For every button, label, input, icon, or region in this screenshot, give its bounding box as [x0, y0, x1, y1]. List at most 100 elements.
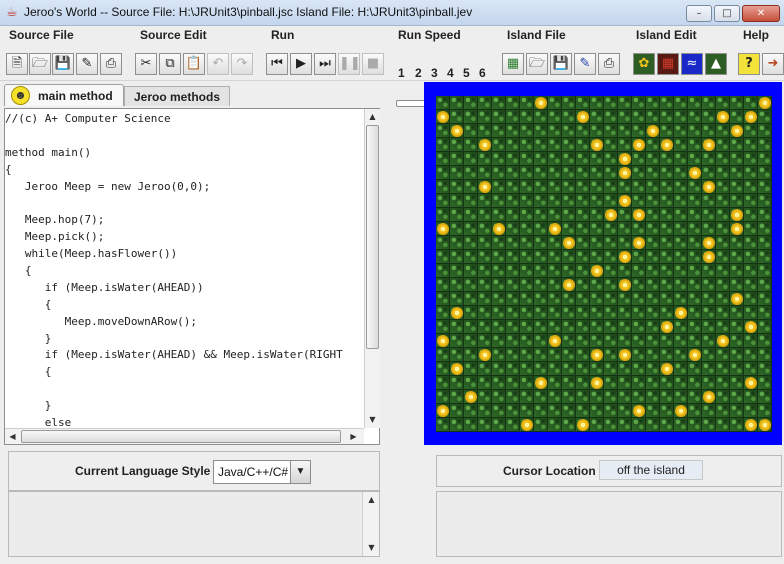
island-cell[interactable] [660, 166, 674, 180]
reset-icon[interactable]: ⏮ [266, 53, 288, 75]
island-cell[interactable] [590, 138, 604, 152]
island-cell[interactable] [520, 390, 534, 404]
menu-run[interactable]: Run [271, 28, 294, 42]
island-cell[interactable] [450, 390, 464, 404]
island-cell[interactable] [674, 110, 688, 124]
island-cell[interactable] [492, 362, 506, 376]
print-island-icon[interactable]: ⎙ [598, 53, 620, 75]
island-cell[interactable] [478, 96, 492, 110]
island-cell[interactable] [604, 306, 618, 320]
island-cell[interactable] [576, 180, 590, 194]
island-cell[interactable] [674, 306, 688, 320]
island-cell[interactable] [632, 124, 646, 138]
open-folder-icon[interactable]: 🗁 [29, 53, 51, 75]
island-cell[interactable] [562, 362, 576, 376]
island-cell[interactable] [436, 390, 450, 404]
island-cell[interactable] [450, 362, 464, 376]
island-cell[interactable] [506, 362, 520, 376]
island-cell[interactable] [576, 376, 590, 390]
island-cell[interactable] [744, 320, 758, 334]
island-cell[interactable] [464, 96, 478, 110]
island-cell[interactable] [576, 362, 590, 376]
island-cell[interactable] [520, 166, 534, 180]
island-cell[interactable] [534, 264, 548, 278]
island-cell[interactable] [730, 208, 744, 222]
island-cell[interactable] [674, 376, 688, 390]
island-cell[interactable] [744, 236, 758, 250]
island-cell[interactable] [506, 348, 520, 362]
island-cell[interactable] [534, 138, 548, 152]
island-cell[interactable] [646, 334, 660, 348]
island-cell[interactable] [688, 152, 702, 166]
minimize-button[interactable]: – [686, 5, 712, 22]
island-cell[interactable] [492, 306, 506, 320]
paste-icon[interactable]: 📋 [183, 53, 205, 75]
island-cell[interactable] [730, 96, 744, 110]
cut-icon[interactable]: ✂ [135, 53, 157, 75]
island-cell[interactable] [520, 138, 534, 152]
island-cell[interactable] [758, 236, 772, 250]
island-cell[interactable] [478, 152, 492, 166]
island-cell[interactable] [576, 194, 590, 208]
island-cell[interactable] [646, 320, 660, 334]
island-cell[interactable] [744, 404, 758, 418]
island-cell[interactable] [562, 222, 576, 236]
island-cell[interactable] [436, 208, 450, 222]
maximize-button[interactable]: □ [714, 5, 740, 22]
island-cell[interactable] [660, 376, 674, 390]
island-cell[interactable] [548, 250, 562, 264]
island-cell[interactable] [590, 278, 604, 292]
island-cell[interactable] [506, 208, 520, 222]
island-cell[interactable] [478, 390, 492, 404]
island-cell[interactable] [716, 348, 730, 362]
island-cell[interactable] [604, 180, 618, 194]
island-cell[interactable] [520, 124, 534, 138]
island-cell[interactable] [492, 152, 506, 166]
island-cell[interactable] [548, 138, 562, 152]
island-cell[interactable] [618, 152, 632, 166]
island-cell[interactable] [478, 110, 492, 124]
island-cell[interactable] [562, 306, 576, 320]
island-cell[interactable] [478, 124, 492, 138]
island-cell[interactable] [618, 264, 632, 278]
island-cell[interactable] [702, 166, 716, 180]
island-cell[interactable] [618, 222, 632, 236]
island-cell[interactable] [464, 264, 478, 278]
island-cell[interactable] [730, 250, 744, 264]
island-cell[interactable] [660, 264, 674, 278]
copy-icon[interactable]: ⧉ [159, 53, 181, 75]
island-cell[interactable] [604, 124, 618, 138]
island-cell[interactable] [744, 180, 758, 194]
island-cell[interactable] [758, 418, 772, 432]
island-cell[interactable] [744, 278, 758, 292]
island-cell[interactable] [548, 404, 562, 418]
island-cell[interactable] [716, 418, 730, 432]
island-cell[interactable] [576, 96, 590, 110]
island-cell[interactable] [660, 208, 674, 222]
island-cell[interactable] [548, 362, 562, 376]
island-cell[interactable] [646, 236, 660, 250]
island-cell[interactable] [758, 362, 772, 376]
island-cell[interactable] [576, 138, 590, 152]
island-cell[interactable] [660, 334, 674, 348]
island-grid[interactable] [436, 96, 772, 432]
island-cell[interactable] [702, 110, 716, 124]
island-cell[interactable] [534, 236, 548, 250]
new-file-icon[interactable]: 🗎 [6, 53, 28, 75]
island-cell[interactable] [562, 418, 576, 432]
island-cell[interactable] [436, 138, 450, 152]
island-cell[interactable] [548, 376, 562, 390]
island-cell[interactable] [548, 292, 562, 306]
island-cell[interactable] [520, 376, 534, 390]
island-cell[interactable] [590, 418, 604, 432]
island-cell[interactable] [758, 264, 772, 278]
island-cell[interactable] [688, 404, 702, 418]
island-cell[interactable] [534, 194, 548, 208]
island-cell[interactable] [492, 264, 506, 278]
island-cell[interactable] [674, 320, 688, 334]
island-cell[interactable] [688, 334, 702, 348]
tab-main-method[interactable]: ☻ main method [4, 84, 124, 106]
island-cell[interactable] [660, 362, 674, 376]
island-cell[interactable] [716, 96, 730, 110]
island-cell[interactable] [646, 418, 660, 432]
